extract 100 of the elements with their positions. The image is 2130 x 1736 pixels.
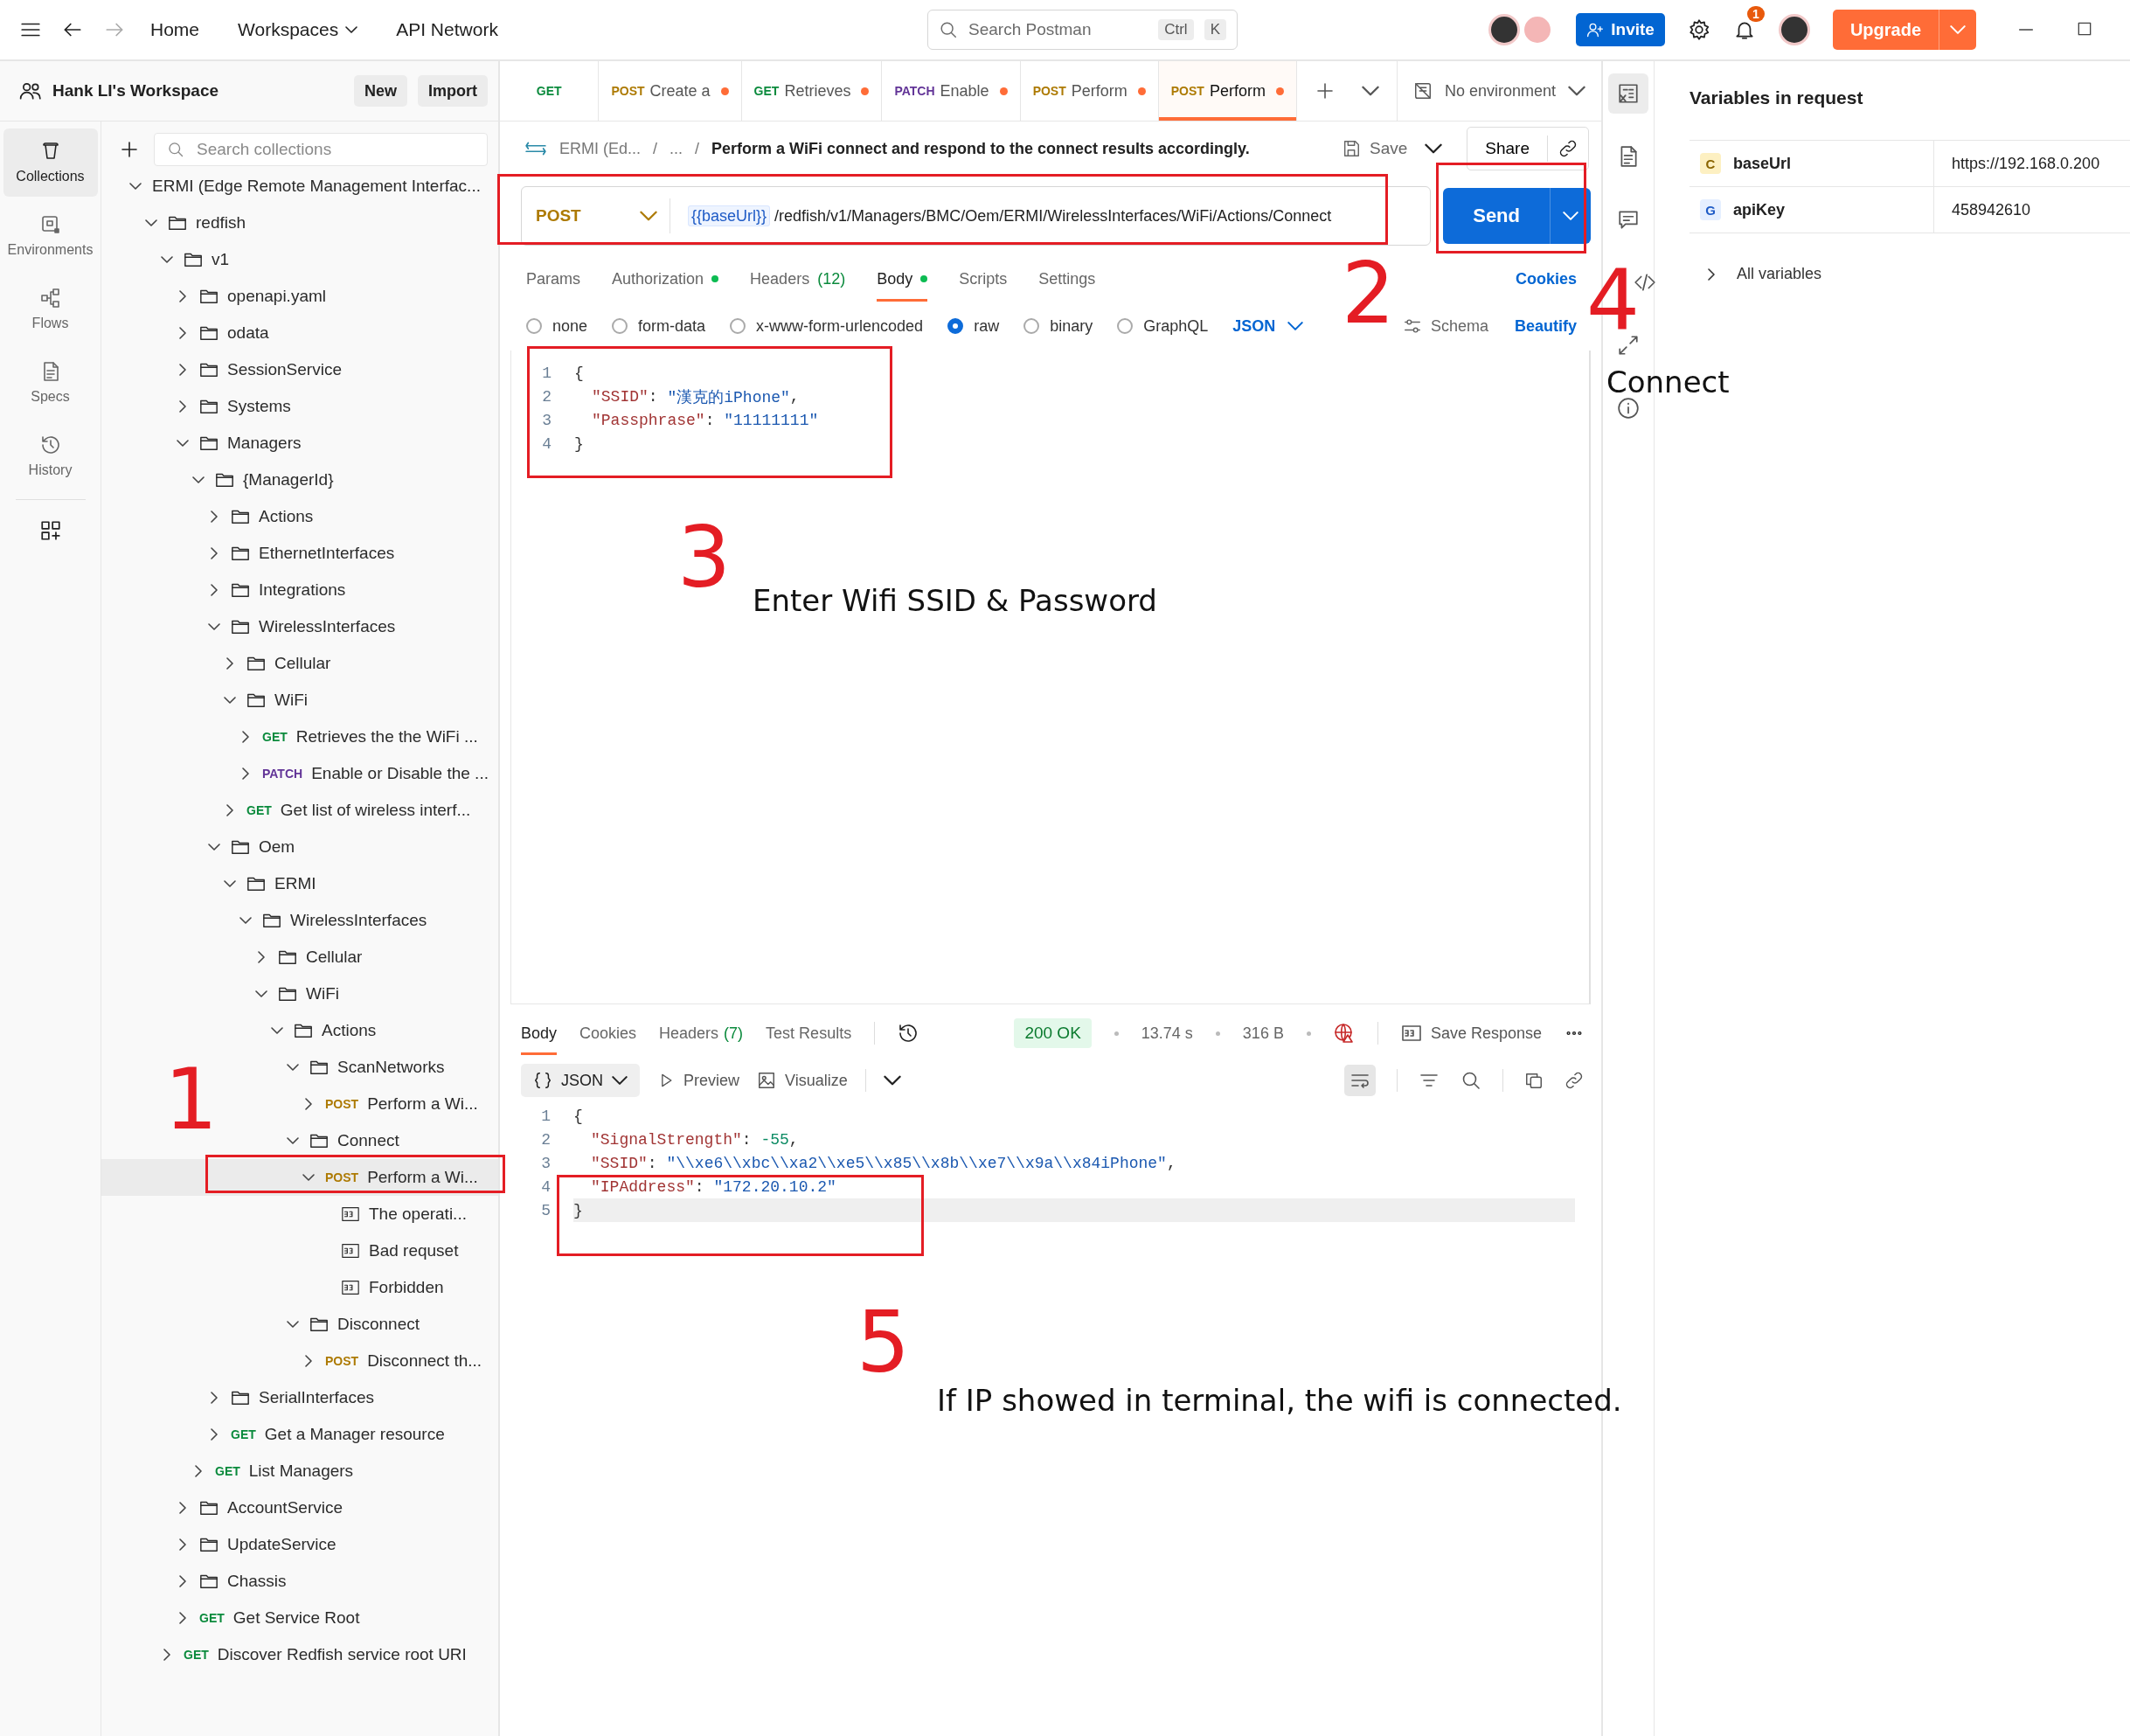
request-tab[interactable]: POST Perform xyxy=(1158,61,1297,121)
tree-item[interactable]: GET Get a Manager resource xyxy=(206,1416,445,1453)
send-button[interactable]: Send xyxy=(1443,188,1591,244)
response-tab[interactable]: Headers (7) xyxy=(659,1011,744,1055)
tree-item[interactable]: ERMI (Edge Remote Management Interfac... xyxy=(128,168,481,205)
avatar[interactable] xyxy=(1488,14,1521,45)
method-dropdown[interactable]: POST xyxy=(522,198,670,233)
link-icon[interactable] xyxy=(1565,1071,1584,1090)
tree-item[interactable]: WirelessInterfaces xyxy=(238,902,427,939)
request-tab[interactable]: GET xyxy=(500,61,600,121)
sidebar-tab[interactable]: Specs xyxy=(3,349,98,417)
sidebar-tab[interactable]: History xyxy=(3,422,98,490)
sidebar-tab[interactable]: Collections xyxy=(3,128,98,197)
tree-item[interactable]: POST Disconnect th... xyxy=(301,1343,482,1379)
request-tab[interactable]: POST Perform xyxy=(1020,61,1159,121)
nav-link[interactable]: Home xyxy=(145,16,205,44)
tree-item[interactable]: {ManagerId} xyxy=(191,462,334,498)
tree-item[interactable]: GET Get list of wireless interf... xyxy=(222,792,471,829)
search-field[interactable]: Search Postman Ctrl K xyxy=(927,10,1238,50)
nav-link[interactable]: API Network xyxy=(391,16,503,44)
request-section-tab[interactable]: Settings xyxy=(1038,256,1096,302)
request-section-tab[interactable]: Headers (12) xyxy=(750,256,846,302)
search-field[interactable]: Search collections xyxy=(154,132,488,166)
breadcrumb-item[interactable]: ... xyxy=(670,139,683,158)
request-tab[interactable]: POST Create a xyxy=(599,61,742,121)
breadcrumb-item[interactable]: ERMI (Ed... xyxy=(559,139,641,158)
breadcrumb-item[interactable]: / xyxy=(653,139,658,158)
tree-item[interactable]: POST Perform a Wi... xyxy=(301,1086,478,1122)
radio-option[interactable]: x-www-form-urlencoded xyxy=(730,316,924,336)
tree-item[interactable]: Cellular xyxy=(222,645,331,682)
sidebar-tab[interactable]: Flows xyxy=(3,275,98,344)
request-tab[interactable]: GET Retrieves xyxy=(741,61,883,121)
breadcrumb-item[interactable]: / xyxy=(695,139,700,158)
tree-item[interactable]: v1 xyxy=(159,241,230,278)
request-section-tab[interactable]: Params xyxy=(526,256,580,302)
tree-item[interactable]: Integrations xyxy=(206,572,346,608)
tree-item[interactable]: Actions xyxy=(206,498,314,535)
radio-option[interactable]: form-data xyxy=(612,316,706,336)
format-dropdown[interactable]: JSON xyxy=(521,1064,640,1097)
response-tab[interactable]: Test Results xyxy=(766,1011,852,1055)
sidebar-tab[interactable]: Environments xyxy=(3,202,98,270)
tree-item[interactable]: GET Get Service Root xyxy=(175,1600,360,1636)
settings-icon[interactable] xyxy=(1687,18,1710,41)
comment-icon[interactable] xyxy=(1617,208,1640,231)
tree-item[interactable]: Forbidden xyxy=(316,1269,444,1306)
tree-item[interactable]: SessionService xyxy=(175,351,342,388)
radio-option[interactable]: binary xyxy=(1023,316,1093,336)
add-widget-icon[interactable] xyxy=(38,519,62,542)
radio-option[interactable]: raw xyxy=(947,316,1000,336)
tree-item[interactable]: GET Discover Redfish service root URI xyxy=(159,1636,467,1673)
tree-item[interactable]: The operati... xyxy=(316,1196,467,1233)
wrap-lines-button[interactable] xyxy=(1344,1065,1376,1096)
maximize-icon[interactable] xyxy=(2076,20,2093,38)
tree-item[interactable]: Cellular xyxy=(253,939,363,976)
cookies-link[interactable]: Cookies xyxy=(1515,269,1577,288)
tree-item[interactable]: Bad requset xyxy=(316,1233,459,1269)
tree-item[interactable]: Connect xyxy=(285,1122,399,1159)
beautify-link[interactable]: Beautify xyxy=(1515,316,1577,336)
avatar[interactable] xyxy=(1778,14,1810,45)
tree-item[interactable]: GET List Managers xyxy=(191,1453,354,1489)
tree-item[interactable]: GET Retrieves the the WiFi ... xyxy=(238,719,478,755)
save-button[interactable]: Save xyxy=(1336,138,1413,159)
tree-item[interactable]: WiFi xyxy=(253,976,339,1012)
tree-item[interactable]: ERMI xyxy=(222,865,316,902)
tree-item[interactable]: WirelessInterfaces xyxy=(206,608,396,645)
url-field[interactable]: {{baseUrl}} /redfish/v1/Managers/BMC/Oem/ERMI/WirelessInterfaces/WiFi/Actions/Connect xyxy=(670,206,1332,226)
tree-item[interactable]: WiFi xyxy=(222,682,308,719)
save-response-button[interactable]: Save Response xyxy=(1400,1023,1542,1044)
tree-item[interactable]: Managers xyxy=(175,425,302,462)
history-icon[interactable] xyxy=(898,1023,919,1044)
invite-button[interactable]: Invite xyxy=(1576,13,1665,46)
request-tab[interactable]: PATCH Enable xyxy=(882,61,1021,121)
link-icon[interactable] xyxy=(1558,139,1578,158)
preview-button[interactable]: Preview xyxy=(657,1071,740,1090)
radio-option[interactable]: none xyxy=(526,316,588,336)
tree-item[interactable]: Actions xyxy=(269,1012,377,1049)
tree-item[interactable]: Oem xyxy=(206,829,295,865)
tree-item[interactable]: Systems xyxy=(175,388,291,425)
nav-link[interactable]: Workspaces xyxy=(232,16,364,44)
tree-item[interactable]: PATCH Enable or Disable the ... xyxy=(238,755,489,792)
all-variables-toggle[interactable]: All variables xyxy=(1689,265,2130,283)
tree-item[interactable]: SerialInterfaces xyxy=(206,1379,374,1416)
format-dropdown[interactable]: JSON xyxy=(1232,316,1304,336)
tree-item[interactable]: AccountService xyxy=(175,1489,343,1526)
tree-item[interactable]: EthernetInterfaces xyxy=(206,535,395,572)
environment-selector[interactable]: No environment xyxy=(1396,61,1601,121)
info-icon[interactable] xyxy=(1617,397,1640,420)
request-section-tab[interactable]: Authorization xyxy=(612,256,719,302)
response-tab[interactable]: Cookies xyxy=(579,1011,637,1055)
workspace-button[interactable]: Import xyxy=(418,75,488,107)
tree-item[interactable]: UpdateService xyxy=(175,1526,336,1563)
variables-icon[interactable] xyxy=(1617,82,1640,105)
search-icon[interactable] xyxy=(1460,1070,1481,1091)
request-section-tab[interactable]: Scripts xyxy=(959,256,1008,302)
workspace-button[interactable]: New xyxy=(354,75,407,107)
request-section-tab[interactable]: Body xyxy=(877,256,928,302)
copy-icon[interactable] xyxy=(1524,1071,1544,1090)
tree-item[interactable]: openapi.yaml xyxy=(175,278,327,315)
tree-item[interactable]: odata xyxy=(175,315,269,351)
tree-item[interactable]: Chassis xyxy=(175,1563,287,1600)
